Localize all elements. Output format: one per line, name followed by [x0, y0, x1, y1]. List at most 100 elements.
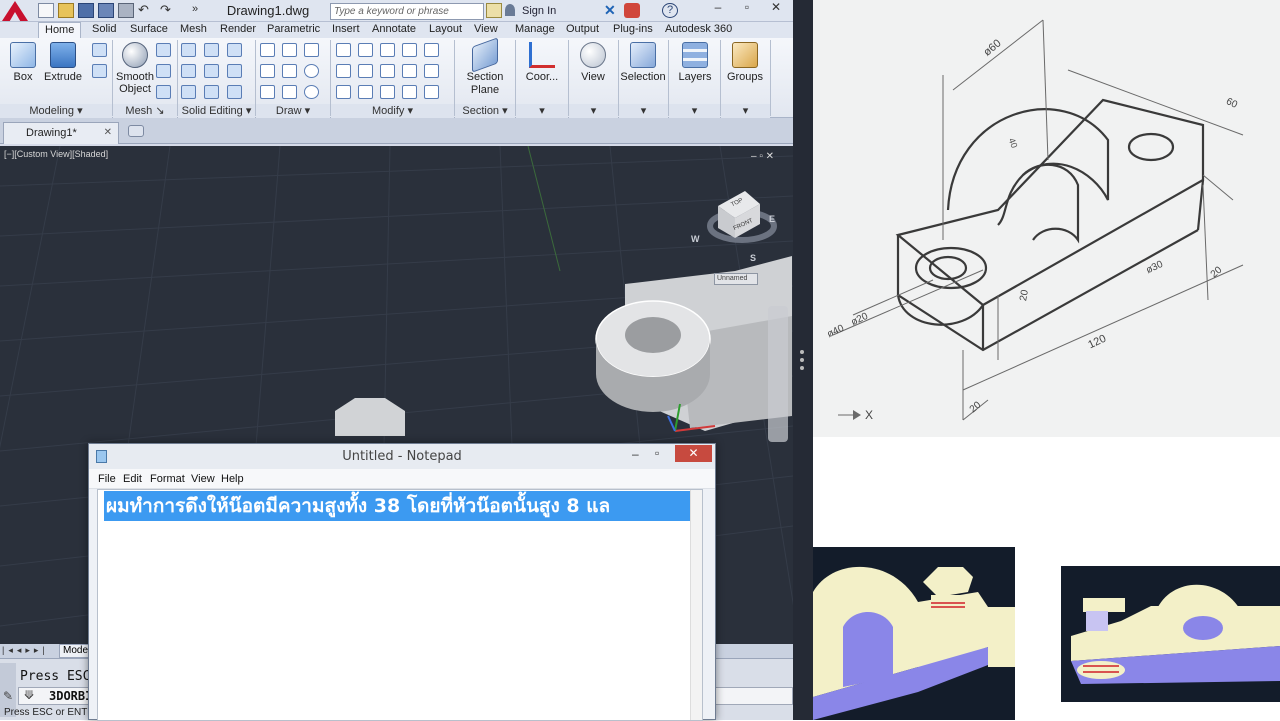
mesh-tool-icon[interactable] [156, 64, 171, 78]
notepad-titlebar[interactable]: Untitled - Notepad – ▫ ✕ [89, 444, 715, 469]
extrude-button[interactable]: Extrude [40, 42, 86, 102]
panel-expand-icon[interactable]: ▾ [619, 104, 668, 118]
tab-surface[interactable]: Surface [130, 22, 168, 38]
panel-title-mesh[interactable]: Mesh ↘ [113, 104, 177, 118]
subtract-icon[interactable] [204, 43, 219, 57]
spline-icon[interactable] [260, 64, 275, 78]
mesh-tool-icon[interactable] [156, 43, 171, 57]
layers-button[interactable]: Layers [672, 42, 718, 102]
application-menu-icon[interactable] [2, 1, 28, 21]
viewport-window-controls[interactable]: – ▫ ✕ [751, 151, 774, 162]
solid-edit-icon[interactable] [204, 85, 219, 99]
wrench-icon[interactable]: ✎ [3, 689, 13, 703]
solid-edit-icon[interactable] [227, 85, 242, 99]
binoculars-icon[interactable] [486, 3, 502, 18]
solid-edit-icon[interactable] [204, 64, 219, 78]
redo-icon[interactable]: ↷ [160, 3, 176, 18]
exchange-icon[interactable]: ✕ [604, 3, 620, 18]
tab-render[interactable]: Render [220, 22, 256, 38]
minimize-icon[interactable]: – [632, 447, 648, 461]
solid-edit-icon[interactable] [181, 64, 196, 78]
align-icon[interactable] [380, 64, 395, 78]
stretch-icon[interactable] [380, 85, 395, 99]
panel-title-modify[interactable]: Modify ▾ [331, 104, 454, 118]
save-icon[interactable] [78, 3, 94, 18]
panel-expand-icon[interactable]: ▾ [669, 104, 720, 118]
plot-icon[interactable] [118, 3, 134, 18]
polyline-icon[interactable] [260, 43, 275, 57]
panel-expand-icon[interactable]: ▾ [516, 104, 568, 118]
tab-output[interactable]: Output [566, 22, 599, 38]
3d-move-icon[interactable] [380, 43, 395, 57]
copy-icon[interactable] [336, 64, 351, 78]
tab-annotate[interactable]: Annotate [372, 22, 416, 38]
arc-icon[interactable] [304, 43, 319, 57]
panel-title-section[interactable]: Section ▾ [455, 104, 515, 118]
maximize-icon[interactable]: ▫ [655, 446, 671, 460]
scale-icon[interactable] [358, 85, 373, 99]
polygon-icon[interactable] [260, 85, 275, 99]
tab-insert[interactable]: Insert [332, 22, 360, 38]
array-icon[interactable] [402, 43, 417, 57]
rectangle-icon[interactable] [282, 85, 297, 99]
menu-help[interactable]: Help [221, 471, 244, 487]
mesh-tool-icon[interactable] [156, 85, 171, 99]
new-file-icon[interactable] [38, 3, 54, 18]
erase-icon[interactable] [336, 85, 351, 99]
notepad-selected-text[interactable]: ผมทำการดึงให้น๊อตมีความสูงทั้ง 38 โดยที่… [104, 491, 692, 521]
vertical-scrollbar[interactable] [690, 490, 702, 720]
union-icon[interactable] [181, 43, 196, 57]
menu-edit[interactable]: Edit [123, 471, 142, 487]
tab-solid[interactable]: Solid [92, 22, 116, 38]
coordinates-button[interactable]: Coor... [519, 42, 565, 102]
more-tools-icon[interactable]: » [192, 3, 208, 18]
menu-format[interactable]: Format [150, 471, 185, 487]
tab-view[interactable]: View [474, 22, 498, 38]
app-store-icon[interactable] [624, 3, 640, 18]
solid-edit-icon[interactable] [227, 64, 242, 78]
document-tab-drawing1[interactable]: Drawing1* ✕ [3, 122, 119, 144]
open-folder-icon[interactable] [58, 3, 74, 18]
panel-expand-icon[interactable]: ▾ [721, 104, 770, 118]
ellipse-icon[interactable] [304, 85, 319, 99]
rotate-icon[interactable] [358, 43, 373, 57]
panel-title-solid-editing[interactable]: Solid Editing ▾ [178, 104, 255, 118]
groups-button[interactable]: Groups [722, 42, 768, 102]
split-divider[interactable] [793, 0, 813, 720]
panel-expand-icon[interactable]: ▾ [569, 104, 618, 118]
sign-in-link[interactable]: Sign In [522, 3, 556, 19]
tab-mesh[interactable]: Mesh [180, 22, 207, 38]
mirror-icon[interactable] [402, 64, 417, 78]
menu-view[interactable]: View [191, 471, 215, 487]
tab-home[interactable]: Home [38, 22, 82, 38]
move-icon[interactable] [336, 43, 351, 57]
3d-rotate-icon[interactable] [358, 64, 373, 78]
viewport-controls-label[interactable]: [−][Custom View][Shaded] [4, 149, 108, 159]
navigation-bar[interactable] [768, 306, 788, 442]
ucs-menu[interactable]: Unnamed [714, 273, 758, 285]
circle-icon[interactable] [304, 64, 319, 78]
save-as-icon[interactable] [98, 3, 114, 18]
intersect-icon[interactable] [227, 43, 242, 57]
panel-title-modeling[interactable]: Modeling ▾ [0, 104, 112, 118]
offset-icon[interactable] [402, 85, 417, 99]
trim-icon[interactable] [424, 43, 439, 57]
solid-edit-icon[interactable] [181, 85, 196, 99]
tab-scroll-arrows[interactable]: |◂◂▸▸| [2, 645, 49, 656]
panel-title-draw[interactable]: Draw ▾ [256, 104, 330, 118]
tab-autodesk-360[interactable]: Autodesk 360 [665, 22, 732, 38]
line-icon[interactable] [282, 64, 297, 78]
tab-parametric[interactable]: Parametric [267, 22, 320, 38]
search-input[interactable]: Type a keyword or phrase [330, 3, 484, 20]
presspull-icon[interactable] [92, 43, 107, 57]
minimize-icon[interactable]: – [704, 0, 732, 16]
maximize-icon[interactable]: ▫ [733, 0, 761, 16]
explode-icon[interactable] [424, 85, 439, 99]
sweep-icon[interactable] [92, 64, 107, 78]
fillet-icon[interactable] [424, 64, 439, 78]
polyline-icon[interactable] [282, 43, 297, 57]
view-button[interactable]: View [570, 42, 616, 102]
notepad-text-area[interactable]: ผมทำการดึงให้น๊อตมีความสูงทั้ง 38 โดยที่… [97, 489, 703, 721]
close-icon[interactable]: ✕ [762, 0, 790, 16]
close-tab-icon[interactable]: ✕ [104, 123, 112, 143]
